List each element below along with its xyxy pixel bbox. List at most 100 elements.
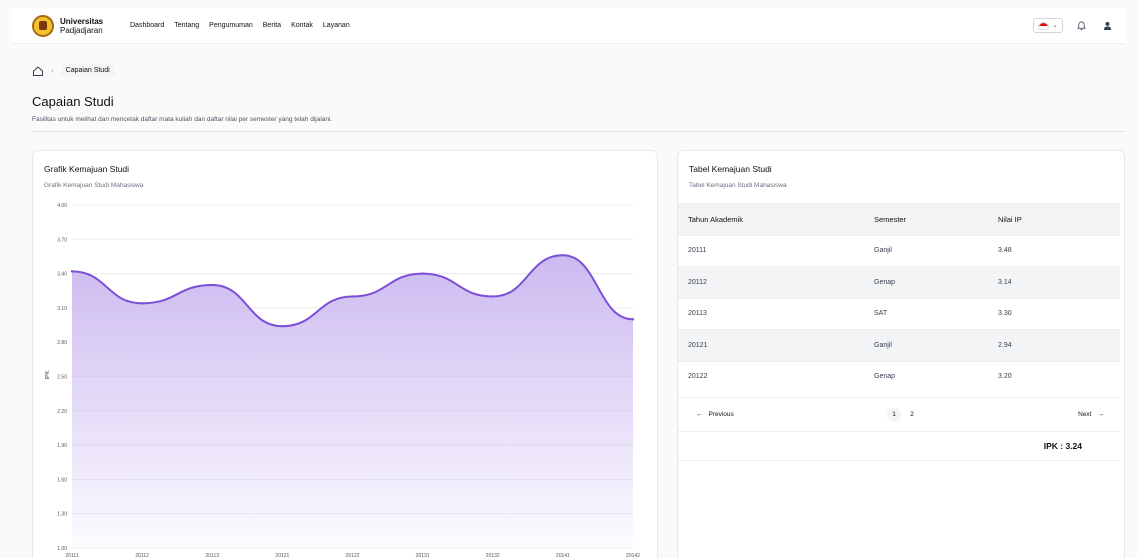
column-header-semester: Semester xyxy=(874,214,907,224)
x-tick-label: 20121 xyxy=(275,553,289,558)
university-logo[interactable] xyxy=(32,14,54,37)
y-tick-label: 2.80 xyxy=(57,340,67,346)
cell-semester: Ganjil xyxy=(874,247,892,255)
data-point xyxy=(70,270,74,273)
chevron-down-icon: ⌄ xyxy=(1052,23,1058,29)
progress-chart: 4.00 3.70 3.40 3.10 2.80 2.50 2.20 1.90 1.60 1.30… xyxy=(45,203,640,558)
table-row: 20111 Ganjil 3.48 xyxy=(678,234,1120,267)
main-nav: Dashboard Tentang Pengumuman Berita Kont… xyxy=(130,22,350,29)
cell-nilai: 3.14 xyxy=(998,278,1012,286)
next-button[interactable]: Next → xyxy=(1078,411,1104,418)
y-tick-label: 4.00 xyxy=(57,203,67,209)
table-row: 20112 Genap 3.14 xyxy=(678,266,1120,298)
cell-nilai: 3.30 xyxy=(998,310,1012,318)
page-1-button[interactable]: 1 xyxy=(887,407,901,422)
x-tick-label: 20132 xyxy=(486,553,500,558)
table-row: 20122 Genap 3.20 xyxy=(678,360,1120,393)
data-point xyxy=(281,324,284,328)
table-card-subtitle: Tabel Kemajuan Studi Mahasiswa xyxy=(689,182,787,189)
y-tick-label: 1.00 xyxy=(57,546,67,552)
data-point xyxy=(491,295,494,298)
previous-label: Previous xyxy=(708,411,734,418)
cell-tahun: 20112 xyxy=(688,278,707,286)
y-tick-label: 3.10 xyxy=(57,306,67,312)
top-navbar: Universitas Padjadjaran Dashboard Tentan… xyxy=(12,8,1125,44)
data-point xyxy=(351,295,354,298)
home-icon[interactable] xyxy=(32,65,44,77)
indonesia-flag-icon xyxy=(1038,21,1050,30)
page-numbers: 1 2 xyxy=(887,407,919,422)
header-actions: ⌄ xyxy=(1033,18,1115,34)
x-tick-label: 20141 xyxy=(556,553,570,558)
arrow-right-icon: → xyxy=(1097,411,1105,418)
brand-line1: Universitas xyxy=(60,16,104,26)
y-tick-label: 1.30 xyxy=(57,512,67,518)
next-label: Next xyxy=(1078,411,1092,418)
nav-layanan[interactable]: Layanan xyxy=(323,22,350,29)
data-point xyxy=(140,302,144,305)
user-menu-button[interactable] xyxy=(1099,18,1115,34)
data-point xyxy=(631,318,635,321)
y-tick-label: 2.50 xyxy=(57,375,67,381)
previous-button[interactable]: ← Previous xyxy=(696,411,734,418)
x-tick-label: 20113 xyxy=(205,553,219,558)
chart-card: Grafik Kemajuan Studi Grafik Kemajuan St… xyxy=(32,150,658,558)
table-card: Tabel Kemajuan Studi Tabel Kemajuan Stud… xyxy=(677,150,1125,558)
ipk-summary: IPK : 3.24 xyxy=(1043,441,1082,451)
column-header-tahun: Tahun Akademik xyxy=(688,214,744,224)
y-tick-label: 1.90 xyxy=(57,443,67,449)
divider xyxy=(32,131,1125,132)
nav-dashboard[interactable]: Dashboard xyxy=(130,22,164,29)
cell-semester: SAT xyxy=(874,310,888,318)
language-selector[interactable]: ⌄ xyxy=(1033,18,1063,33)
cell-tahun: 20122 xyxy=(688,373,708,381)
x-tick-label: 20131 xyxy=(416,553,430,558)
data-point xyxy=(211,283,214,287)
cell-tahun: 20113 xyxy=(688,310,707,318)
y-axis-label: IPK xyxy=(45,370,51,379)
table-row: 20113 SAT 3.30 xyxy=(678,297,1120,330)
series-area xyxy=(72,255,633,548)
cell-semester: Genap xyxy=(874,373,896,381)
brand-name[interactable]: Universitas Padjadjaran xyxy=(60,17,108,35)
y-tick-label: 1.60 xyxy=(57,477,67,483)
cell-nilai: 3.20 xyxy=(998,373,1012,381)
breadcrumb: › Capaian Studi xyxy=(32,64,115,77)
cell-semester: Ganjil xyxy=(874,341,892,349)
nav-pengumuman[interactable]: Pengumuman xyxy=(209,22,253,29)
nav-kontak[interactable]: Kontak xyxy=(291,22,313,29)
x-tick-label: 20142 xyxy=(626,553,640,558)
x-tick-label: 20122 xyxy=(346,553,360,558)
page-title: Capaian Studi xyxy=(32,94,114,109)
y-tick-label: 3.70 xyxy=(57,237,67,243)
x-tick-label: 20111 xyxy=(65,553,78,558)
cell-tahun: 20111 xyxy=(688,247,707,255)
data-point xyxy=(421,272,424,275)
breadcrumb-current[interactable]: Capaian Studi xyxy=(60,64,115,77)
data-point xyxy=(561,254,565,257)
cell-semester: Genap xyxy=(874,278,896,286)
nav-tentang[interactable]: Tentang xyxy=(174,22,199,29)
page-description: Fasilitas untuk melihat dan mencetak daf… xyxy=(32,116,333,123)
table-row: 20121 Ganjil 2.94 xyxy=(678,329,1120,361)
x-tick-label: 20112 xyxy=(135,553,149,558)
cell-tahun: 20121 xyxy=(688,341,708,349)
bell-icon xyxy=(1076,21,1086,30)
brand-line2: Padjadjaran xyxy=(60,25,103,35)
table-header-row: Tahun Akademik Semester Nilai IP xyxy=(678,203,1120,235)
table-card-title: Tabel Kemajuan Studi xyxy=(689,164,772,174)
pagination: ← Previous 1 2 Next → xyxy=(678,397,1120,432)
arrow-left-icon: ← xyxy=(696,411,703,418)
user-icon xyxy=(1103,21,1111,30)
cell-nilai: 3.48 xyxy=(998,247,1012,255)
nav-berita[interactable]: Berita xyxy=(263,22,281,29)
notification-button[interactable] xyxy=(1073,18,1089,34)
progress-table: Tahun Akademik Semester Nilai IP 20111 G… xyxy=(678,203,1120,392)
cell-nilai: 2.94 xyxy=(998,341,1012,349)
chevron-right-icon: › xyxy=(51,66,54,75)
page-2-button[interactable]: 2 xyxy=(905,408,919,422)
ipk-divider xyxy=(678,460,1120,461)
y-tick-label: 2.20 xyxy=(57,409,67,415)
y-tick-label: 3.40 xyxy=(57,272,67,278)
column-header-nilai: Nilai IP xyxy=(998,214,1022,224)
